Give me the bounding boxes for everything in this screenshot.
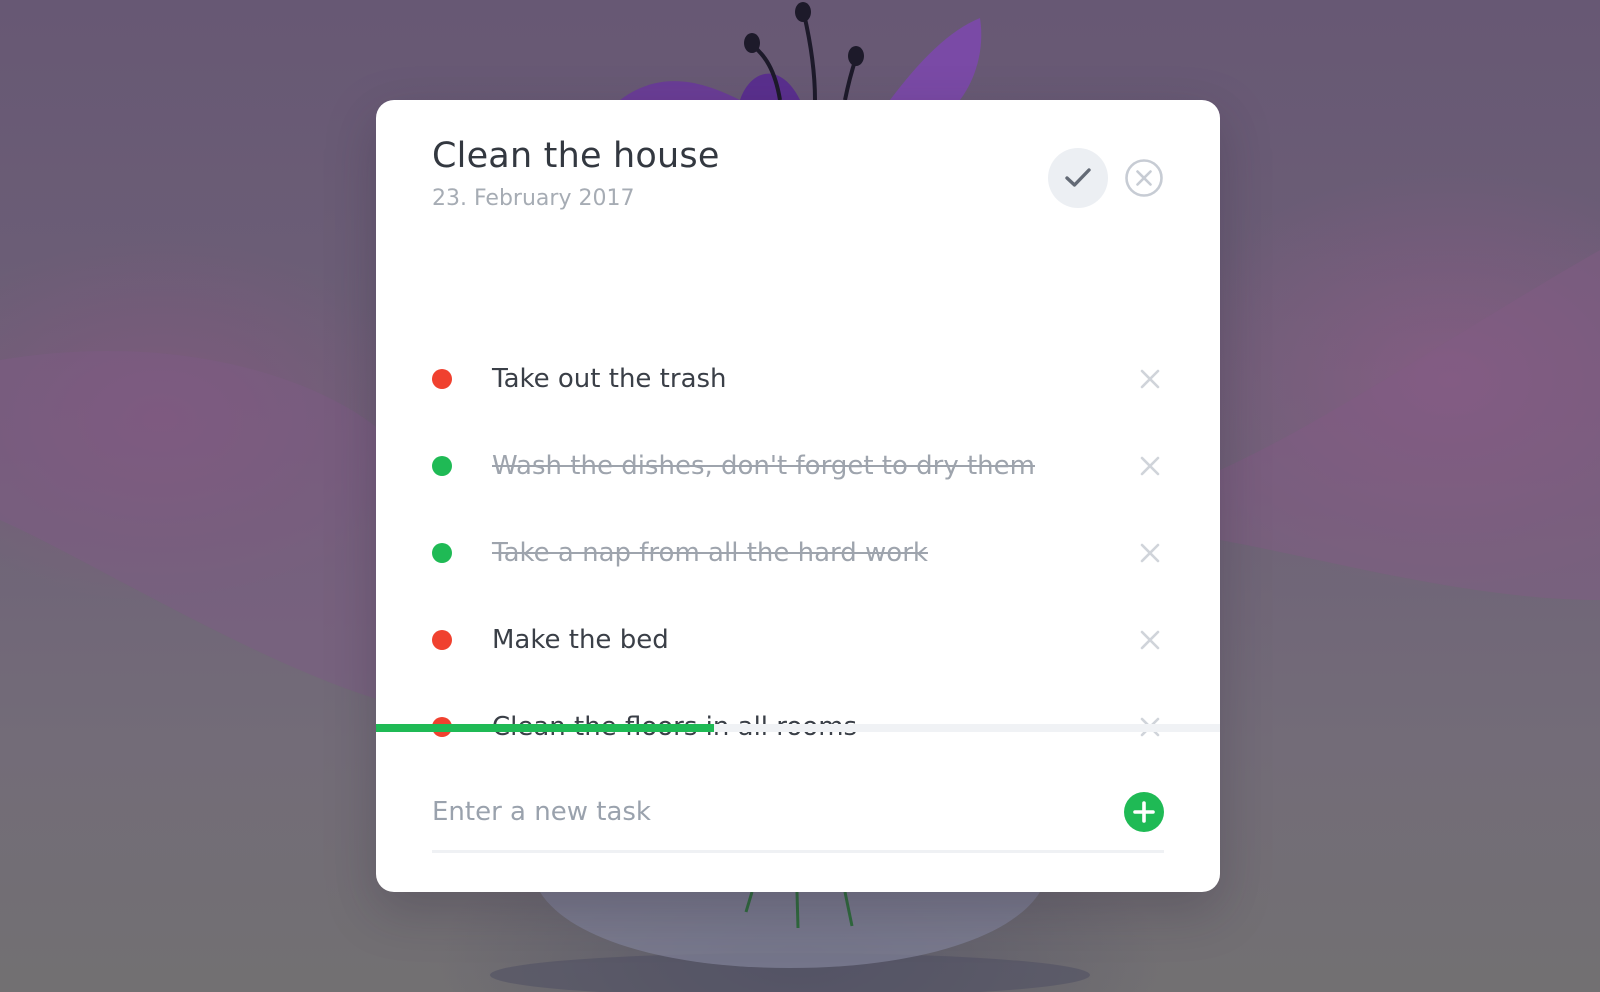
stamen-tip-1 <box>744 33 760 53</box>
task-text: Wash the dishes, don't forget to dry the… <box>492 451 1035 481</box>
task-status-dot[interactable] <box>432 456 452 476</box>
new-task-row <box>432 784 1164 853</box>
remove-task-button[interactable] <box>1136 626 1164 654</box>
close-circle-icon <box>1125 159 1163 197</box>
petal-right <box>1220 250 1600 600</box>
task-text: Make the bed <box>492 625 669 655</box>
progress-bar <box>376 724 1220 732</box>
complete-list-button[interactable] <box>1048 148 1108 208</box>
remove-task-button[interactable] <box>1136 365 1164 393</box>
card-date: 23. February 2017 <box>432 186 635 211</box>
task-item: Take a nap from all the hard work <box>432 533 1164 573</box>
stamen-tip-2 <box>795 2 811 22</box>
add-task-button[interactable] <box>1124 792 1164 832</box>
task-card: Clean the house 23. February 2017 Take o… <box>376 100 1220 892</box>
task-status-dot[interactable] <box>432 369 452 389</box>
task-item: Take out the trash <box>432 359 1164 399</box>
task-text: Take a nap from all the hard work <box>492 538 928 568</box>
close-icon <box>1140 456 1160 476</box>
petal-top-left <box>620 81 740 100</box>
plus-icon <box>1124 792 1164 832</box>
card-header: Clean the house 23. February 2017 <box>432 136 1164 236</box>
task-item: Wash the dishes, don't forget to dry the… <box>432 446 1164 486</box>
vase-stem-2 <box>795 891 800 929</box>
new-task-input[interactable] <box>432 792 1052 832</box>
close-icon <box>1140 630 1160 650</box>
task-status-dot[interactable] <box>432 630 452 650</box>
close-icon <box>1140 543 1160 563</box>
close-icon <box>1140 369 1160 389</box>
petal-top-right <box>890 18 982 100</box>
stamen-2 <box>802 13 817 101</box>
vase-body <box>540 892 1040 968</box>
task-item: Make the bed <box>432 620 1164 660</box>
remove-task-button[interactable] <box>1136 539 1164 567</box>
task-status-dot[interactable] <box>432 543 452 563</box>
progress-fill <box>376 724 714 732</box>
petal-left <box>0 350 380 700</box>
delete-list-button[interactable] <box>1124 158 1164 198</box>
task-text: Take out the trash <box>492 364 727 394</box>
check-icon <box>1065 168 1091 187</box>
card-title: Clean the house <box>432 136 720 176</box>
remove-task-button[interactable] <box>1136 452 1164 480</box>
petal-top-center <box>740 73 800 100</box>
stamen-tip-3 <box>848 46 864 66</box>
